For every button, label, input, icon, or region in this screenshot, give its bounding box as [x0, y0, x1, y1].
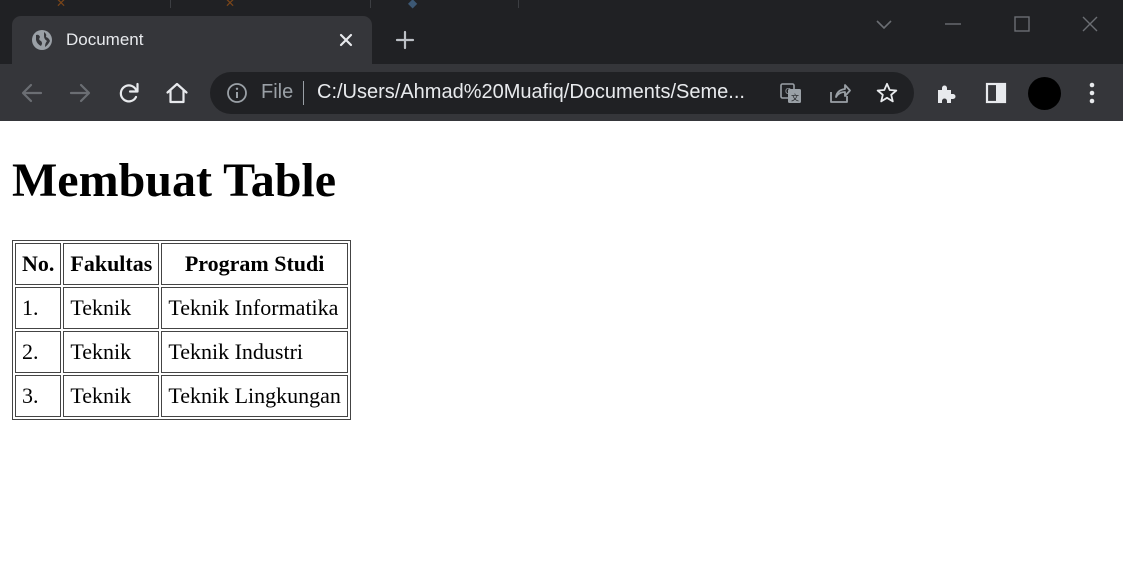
new-tab-icon[interactable]: [392, 27, 418, 53]
info-icon[interactable]: [226, 82, 248, 104]
header-program-studi: Program Studi: [161, 243, 348, 285]
faculty-table: No. Fakultas Program Studi 1. Teknik Tek…: [12, 240, 351, 420]
title-bar: ✕ ✕ ◆ Document: [0, 0, 1123, 64]
profile-avatar[interactable]: [1028, 77, 1061, 110]
bookmark-star-icon[interactable]: [875, 81, 899, 105]
tab-search-chevron-icon[interactable]: [872, 12, 896, 36]
scheme-label: File: [261, 81, 294, 103]
cell-no: 1.: [15, 287, 62, 329]
share-icon[interactable]: [828, 81, 852, 105]
side-panel-icon[interactable]: [983, 80, 1009, 106]
cell-fakultas: Teknik: [63, 287, 160, 329]
maximize-icon[interactable]: [1010, 12, 1034, 36]
translate-icon[interactable]: G 文: [779, 81, 803, 105]
table-row: 3. Teknik Teknik Lingkungan: [15, 375, 348, 417]
cell-no: 2.: [15, 331, 62, 373]
browser-toolbar: File C:/Users/Ahmad%20Muafiq/Documents/S…: [0, 64, 1123, 121]
header-fakultas: Fakultas: [63, 243, 160, 285]
cell-program-studi: Teknik Informatika: [161, 287, 348, 329]
url-text[interactable]: C:/Users/Ahmad%20Muafiq/Documents/Seme..…: [317, 81, 767, 104]
cell-fakultas: Teknik: [63, 331, 160, 373]
address-divider: [303, 81, 304, 105]
background-tab[interactable]: ◆: [408, 0, 423, 10]
header-no: No.: [15, 243, 62, 285]
page-content: Membuat Table No. Fakultas Program Studi…: [0, 121, 1123, 573]
cell-program-studi: Teknik Industri: [161, 331, 348, 373]
cell-fakultas: Teknik: [63, 375, 160, 417]
address-bar[interactable]: File C:/Users/Ahmad%20Muafiq/Documents/S…: [210, 72, 914, 114]
menu-kebab-icon[interactable]: [1079, 80, 1105, 106]
home-icon[interactable]: [164, 80, 190, 106]
cell-program-studi: Teknik Lingkungan: [161, 375, 348, 417]
forward-arrow-icon[interactable]: [67, 80, 93, 106]
table-row: 2. Teknik Teknik Industri: [15, 331, 348, 373]
tab-title: Document: [66, 30, 144, 49]
table-header-row: No. Fakultas Program Studi: [15, 243, 348, 285]
close-window-icon[interactable]: [1078, 12, 1102, 36]
back-arrow-icon[interactable]: [19, 80, 45, 106]
extensions-icon[interactable]: [934, 80, 960, 106]
background-tab[interactable]: ✕: [225, 0, 241, 10]
background-tabs: ✕ ✕ ◆: [40, 0, 580, 12]
globe-icon: [32, 30, 52, 50]
table-row: 1. Teknik Teknik Informatika: [15, 287, 348, 329]
cell-no: 3.: [15, 375, 62, 417]
reload-icon[interactable]: [116, 80, 142, 106]
svg-text:文: 文: [791, 93, 799, 103]
background-tab[interactable]: ✕: [56, 0, 72, 10]
close-tab-icon[interactable]: [334, 28, 358, 52]
page-heading: Membuat Table: [12, 154, 337, 207]
active-tab[interactable]: Document: [12, 16, 372, 64]
minimize-icon[interactable]: [941, 12, 965, 36]
